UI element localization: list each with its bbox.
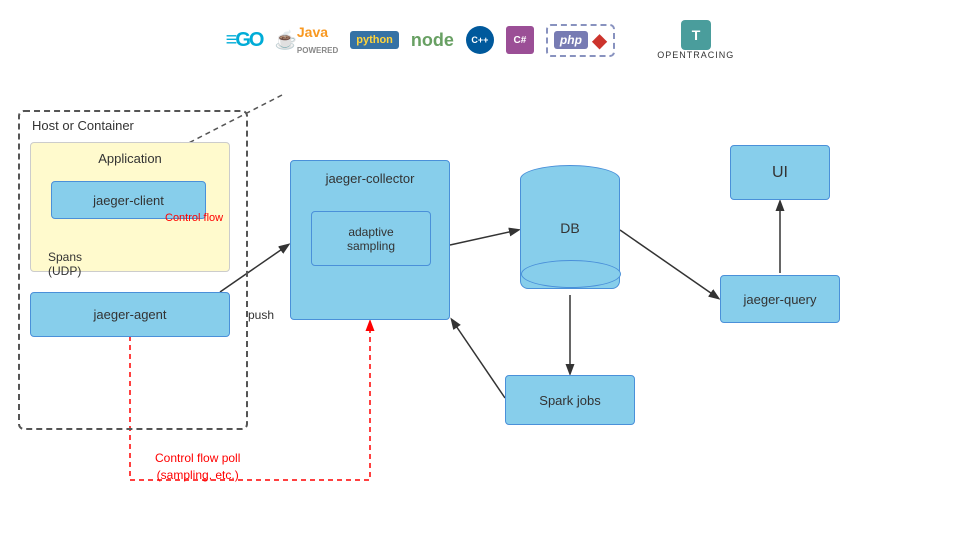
ruby-logo: ◆ xyxy=(592,28,607,53)
go-logo: ≡GO xyxy=(226,29,263,52)
db-bottom-ellipse xyxy=(521,260,621,288)
adaptive-sampling-box: adaptivesampling xyxy=(311,211,431,266)
db-box: DB xyxy=(520,165,620,295)
jaeger-collector-label: jaeger-collector xyxy=(291,171,449,186)
host-label: Host or Container xyxy=(32,118,134,133)
control-flow-label: Control flow xyxy=(165,212,223,224)
control-flow-poll-label: Control flow poll(sampling, etc.) xyxy=(155,450,240,484)
logos-bar: ≡GO ☕ JavaPOWERED python node C++ C# php… xyxy=(0,10,960,70)
ui-label: UI xyxy=(772,164,788,182)
php-ruby-box: php ◆ xyxy=(546,24,615,57)
ui-box: UI xyxy=(730,145,830,200)
jaeger-client-label: jaeger-client xyxy=(93,193,164,208)
host-container-box: Host or Container Application jaeger-cli… xyxy=(18,110,248,430)
cpp-logo: C++ xyxy=(466,26,494,54)
opentracing-logo: T OPENTRACING xyxy=(657,20,734,60)
csharp-logo: C# xyxy=(506,26,534,54)
adaptive-sampling-label: adaptivesampling xyxy=(347,225,395,253)
spark-jobs-label: Spark jobs xyxy=(539,393,600,408)
spans-udp-label: Spans(UDP) xyxy=(48,250,82,278)
svg-text:T: T xyxy=(692,27,701,43)
node-logo: node xyxy=(411,30,454,51)
application-label: Application xyxy=(31,151,229,166)
diagram-area: Host or Container Application jaeger-cli… xyxy=(0,90,960,540)
spark-jobs-box: Spark jobs xyxy=(505,375,635,425)
opentracing-label: OPENTRACING xyxy=(657,50,734,60)
push-label: push xyxy=(248,308,274,322)
python-logo: python xyxy=(350,31,399,49)
db-label: DB xyxy=(520,220,620,236)
jaeger-query-box: jaeger-query xyxy=(720,275,840,323)
jaeger-query-label: jaeger-query xyxy=(744,292,817,307)
jaeger-collector-box: jaeger-collector adaptivesampling xyxy=(290,160,450,320)
opentracing-icon: T xyxy=(681,20,711,50)
java-logo: ☕ JavaPOWERED xyxy=(274,24,338,56)
jaeger-agent-box: jaeger-agent xyxy=(30,292,230,337)
php-logo: php xyxy=(554,31,588,49)
jaeger-agent-label: jaeger-agent xyxy=(94,307,167,322)
